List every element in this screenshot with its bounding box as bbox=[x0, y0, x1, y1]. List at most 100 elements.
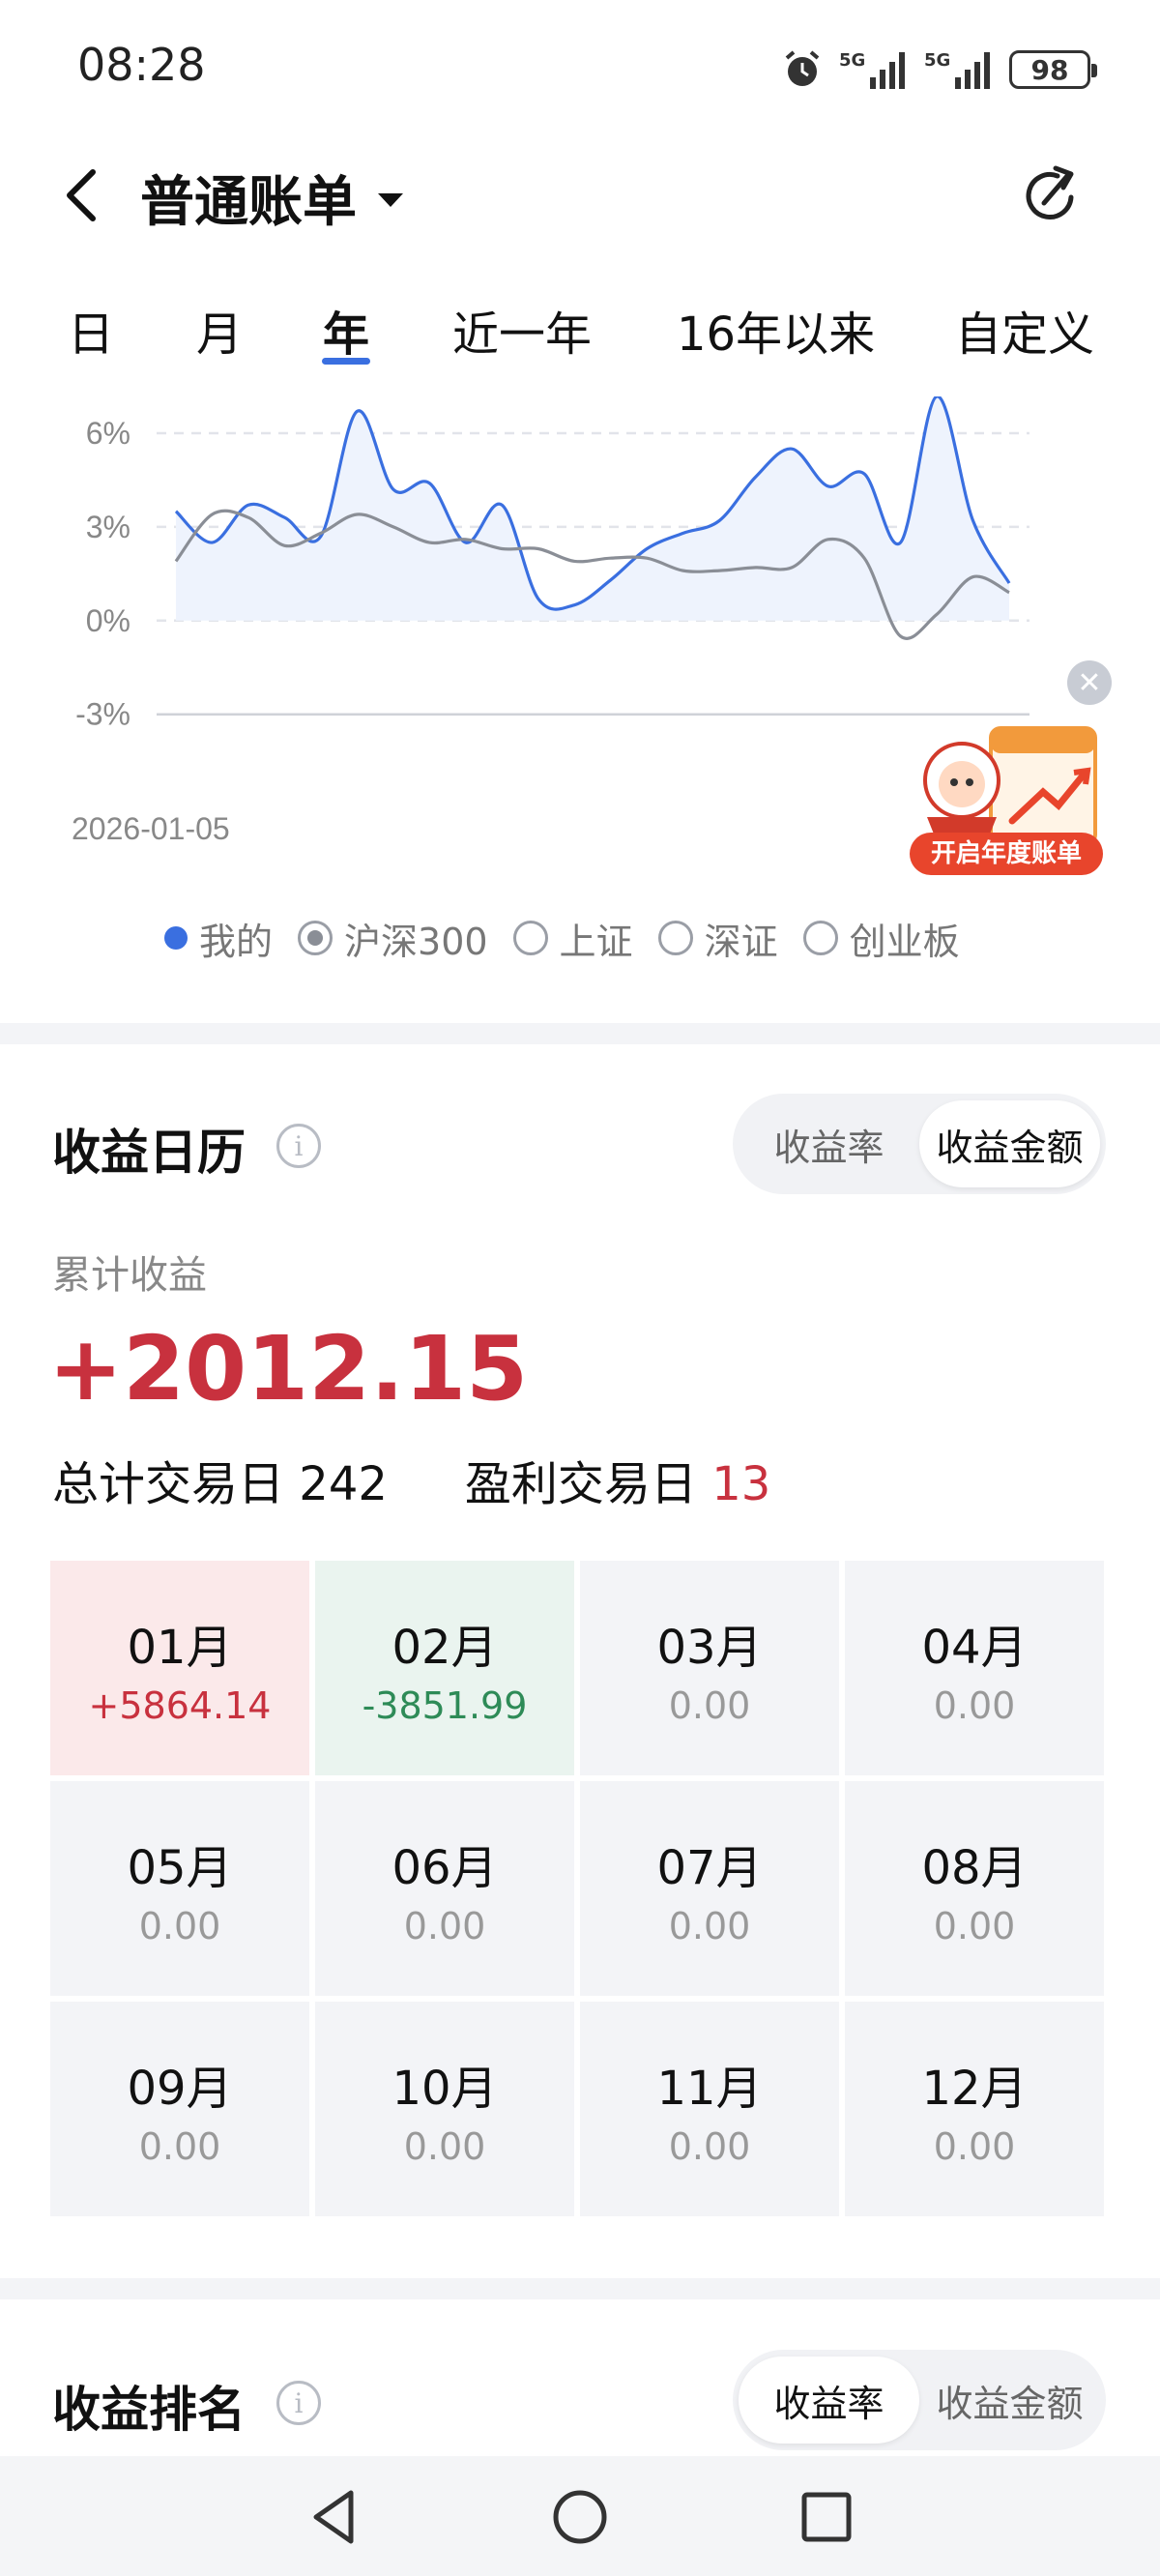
month-name: 05月 bbox=[127, 1841, 233, 1895]
top-bar: 普通账单 bbox=[0, 145, 1160, 242]
month-cell[interactable]: 06月 0.00 bbox=[315, 1781, 574, 1996]
cumulative-value: +2012.15 bbox=[48, 1317, 529, 1420]
profit-days-value: 13 bbox=[711, 1457, 771, 1511]
battery-icon: 98 bbox=[1009, 50, 1097, 89]
month-cell[interactable]: 09月 0.00 bbox=[50, 2002, 309, 2216]
month-name: 06月 bbox=[392, 1841, 498, 1895]
bill-type-dropdown[interactable]: 普通账单 bbox=[140, 159, 403, 237]
profit-days-stat: 盈利交易日 13 bbox=[465, 1446, 770, 1513]
month-value: -3851.99 bbox=[362, 1684, 528, 1727]
month-cell[interactable]: 07月 0.00 bbox=[580, 1781, 839, 1996]
month-name: 12月 bbox=[921, 2062, 1028, 2116]
month-cell[interactable]: 08月 0.00 bbox=[845, 1781, 1104, 1996]
status-bar: 08:28 5G 5G 98 bbox=[0, 0, 1160, 135]
info-icon[interactable]: i bbox=[276, 1124, 321, 1168]
month-cell[interactable]: 04月 0.00 bbox=[845, 1561, 1104, 1775]
month-name: 11月 bbox=[656, 2062, 763, 2116]
alarm-icon bbox=[785, 50, 820, 86]
status-time: 08:28 bbox=[77, 39, 206, 91]
radio-icon bbox=[802, 921, 838, 955]
calendar-metric-toggle: 收益率 收益金额 bbox=[733, 1094, 1106, 1194]
annual-bill-promo[interactable]: 开启年度账单 bbox=[904, 720, 1107, 885]
month-cell[interactable]: 01月 +5864.14 bbox=[50, 1561, 309, 1775]
radio-icon bbox=[512, 921, 548, 955]
battery-level: 98 bbox=[1030, 53, 1069, 86]
chart-legend: 我的 沪深300 上证 深证 创业板 bbox=[164, 912, 960, 965]
nav-back-icon[interactable] bbox=[303, 2485, 366, 2549]
radio-icon bbox=[657, 921, 693, 955]
legend-mine[interactable]: 我的 bbox=[164, 912, 273, 965]
legend-mine-label: 我的 bbox=[199, 920, 274, 963]
signal-label-2: 5G bbox=[924, 50, 950, 71]
trade-stats: 总计交易日 242 盈利交易日 13 bbox=[52, 1446, 770, 1513]
month-value: 0.00 bbox=[403, 1905, 486, 1947]
legend-shenzhen-label: 深证 bbox=[704, 920, 778, 963]
status-icons: 5G 5G 98 bbox=[781, 44, 1097, 95]
seg-return-rate[interactable]: 收益率 bbox=[739, 1100, 919, 1187]
month-cell[interactable]: 11月 0.00 bbox=[580, 2002, 839, 2216]
month-name: 03月 bbox=[656, 1621, 763, 1675]
month-cell[interactable]: 02月 -3851.99 bbox=[315, 1561, 574, 1775]
y-tick-label: 0% bbox=[86, 603, 130, 638]
month-value: 0.00 bbox=[933, 2125, 1016, 2168]
series-area bbox=[176, 395, 1009, 621]
tab-day[interactable]: 日 bbox=[68, 296, 114, 364]
calendar-title: 收益日历 bbox=[52, 1125, 246, 1181]
back-arrow-icon[interactable] bbox=[56, 166, 108, 224]
seg-return-amount[interactable]: 收益金额 bbox=[919, 2356, 1100, 2444]
tab-custom[interactable]: 自定义 bbox=[955, 296, 1094, 364]
legend-shenzhen[interactable]: 深证 bbox=[657, 912, 778, 965]
month-name: 04月 bbox=[921, 1621, 1028, 1675]
month-name: 08月 bbox=[921, 1841, 1028, 1895]
month-value: 0.00 bbox=[668, 1905, 751, 1947]
total-days-label: 总计交易日 bbox=[52, 1457, 285, 1511]
month-value: 0.00 bbox=[403, 2125, 486, 2168]
section-divider bbox=[0, 2278, 1160, 2299]
legend-chinext[interactable]: 创业板 bbox=[802, 912, 960, 965]
signal-label-1: 5G bbox=[839, 50, 865, 71]
month-value: 0.00 bbox=[668, 1684, 751, 1727]
ranking-title: 收益排名 bbox=[52, 2382, 246, 2438]
month-cell[interactable]: 12月 0.00 bbox=[845, 2002, 1104, 2216]
radio-checked-icon bbox=[298, 921, 334, 955]
close-promo-button[interactable]: ✕ bbox=[1067, 660, 1112, 705]
share-icon[interactable] bbox=[1019, 164, 1083, 228]
month-value: 0.00 bbox=[138, 2125, 221, 2168]
page-title: 普通账单 bbox=[140, 171, 357, 234]
month-cell[interactable]: 03月 0.00 bbox=[580, 1561, 839, 1775]
legend-dot-icon bbox=[164, 926, 188, 950]
month-name: 02月 bbox=[392, 1621, 498, 1675]
month-value: 0.00 bbox=[933, 1905, 1016, 1947]
month-name: 09月 bbox=[127, 2062, 233, 2116]
section-divider bbox=[0, 1023, 1160, 1044]
total-days-value: 242 bbox=[299, 1457, 388, 1511]
cumulative-label: 累计收益 bbox=[52, 1253, 207, 1298]
tab-year[interactable]: 年 bbox=[323, 296, 369, 364]
legend-shanghai-label: 上证 bbox=[559, 920, 633, 963]
info-icon[interactable]: i bbox=[276, 2381, 321, 2425]
month-grid: 01月 +5864.14 02月 -3851.99 03月 0.00 04月 0.00 … bbox=[50, 1561, 1104, 2216]
legend-hs300[interactable]: 沪深300 bbox=[298, 912, 488, 965]
nav-recents-icon[interactable] bbox=[795, 2485, 858, 2549]
x-start-label: 2026-01-05 bbox=[72, 811, 230, 846]
month-value: 0.00 bbox=[933, 1684, 1016, 1727]
tab-month[interactable]: 月 bbox=[196, 296, 243, 364]
seg-return-rate[interactable]: 收益率 bbox=[739, 2356, 919, 2444]
month-cell[interactable]: 10月 0.00 bbox=[315, 2002, 574, 2216]
month-cell[interactable]: 05月 0.00 bbox=[50, 1781, 309, 1996]
legend-shanghai[interactable]: 上证 bbox=[512, 912, 633, 965]
month-name: 10月 bbox=[392, 2062, 498, 2116]
chevron-down-icon bbox=[378, 192, 403, 207]
close-icon: ✕ bbox=[1077, 665, 1102, 700]
month-value: +5864.14 bbox=[88, 1684, 272, 1727]
tab-last-year[interactable]: 近一年 bbox=[452, 296, 592, 364]
month-value: 0.00 bbox=[668, 2125, 751, 2168]
signal-icon-2: 5G bbox=[924, 50, 990, 89]
active-tab-indicator bbox=[322, 358, 370, 365]
legend-hs300-label: 沪深300 bbox=[344, 920, 488, 963]
system-nav-bar bbox=[0, 2456, 1160, 2576]
nav-home-icon[interactable] bbox=[548, 2485, 612, 2549]
legend-chinext-label: 创业板 bbox=[849, 920, 960, 963]
seg-return-amount[interactable]: 收益金额 bbox=[919, 1100, 1100, 1187]
tab-since-16[interactable]: 16年以来 bbox=[677, 296, 875, 364]
